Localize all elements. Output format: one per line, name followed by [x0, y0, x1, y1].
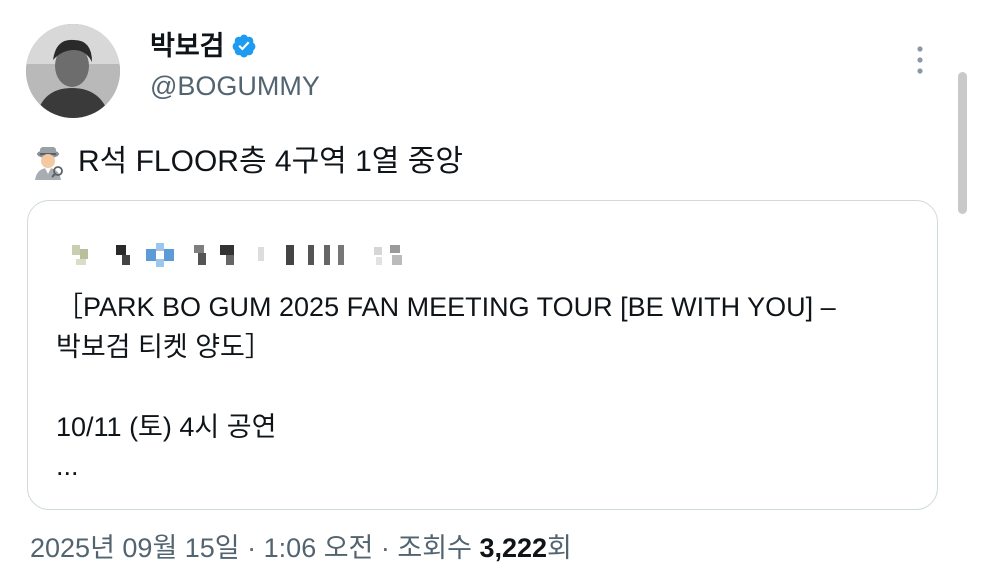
author-handle[interactable]: @BOGUMMY [150, 68, 320, 104]
tweet-date[interactable]: 2025년 09월 15일 [30, 533, 240, 563]
tweet-metadata: 2025년 09월 15일 · 1:06 오전 · 조회수 3,222회 [30, 528, 572, 568]
more-options-icon[interactable] [908, 40, 932, 80]
redacted-author-pixelated [72, 243, 402, 267]
tweet-text: R석 FLOOR층 4구역 1열 중앙 [30, 140, 463, 184]
avatar[interactable] [26, 24, 120, 118]
verified-badge-icon [232, 34, 255, 58]
author-name-row[interactable]: 박보검 [150, 28, 257, 64]
views-label: 조회수 [397, 533, 472, 563]
quoted-tweet-title: ［PARK BO GUM 2025 FAN MEETING TOUR [BE W… [56, 292, 836, 362]
quoted-tweet-card[interactable]: ［PARK BO GUM 2025 FAN MEETING TOUR [BE W… [27, 200, 938, 510]
views-suffix: 회 [547, 533, 572, 563]
display-name[interactable]: 박보검 [150, 28, 225, 64]
views-count[interactable]: 3,222 [479, 533, 547, 563]
quoted-tweet-date-line: 10/11 (토) 4시 공연 [56, 412, 277, 442]
separator: · [373, 533, 398, 563]
tweet-time[interactable]: 1:06 오전 [264, 533, 374, 563]
detective-emoji-icon [35, 147, 63, 180]
tweet-detail: 박보검 @BOGUMMY R석 FLOOR층 4구역 1열 중앙 ［PARK B… [0, 0, 990, 584]
quoted-tweet-ellipsis: ... [56, 451, 79, 481]
tweet-body-text: R석 FLOOR층 4구역 1열 중앙 [78, 145, 463, 178]
separator: · [239, 533, 264, 563]
scrollbar[interactable] [958, 72, 967, 214]
